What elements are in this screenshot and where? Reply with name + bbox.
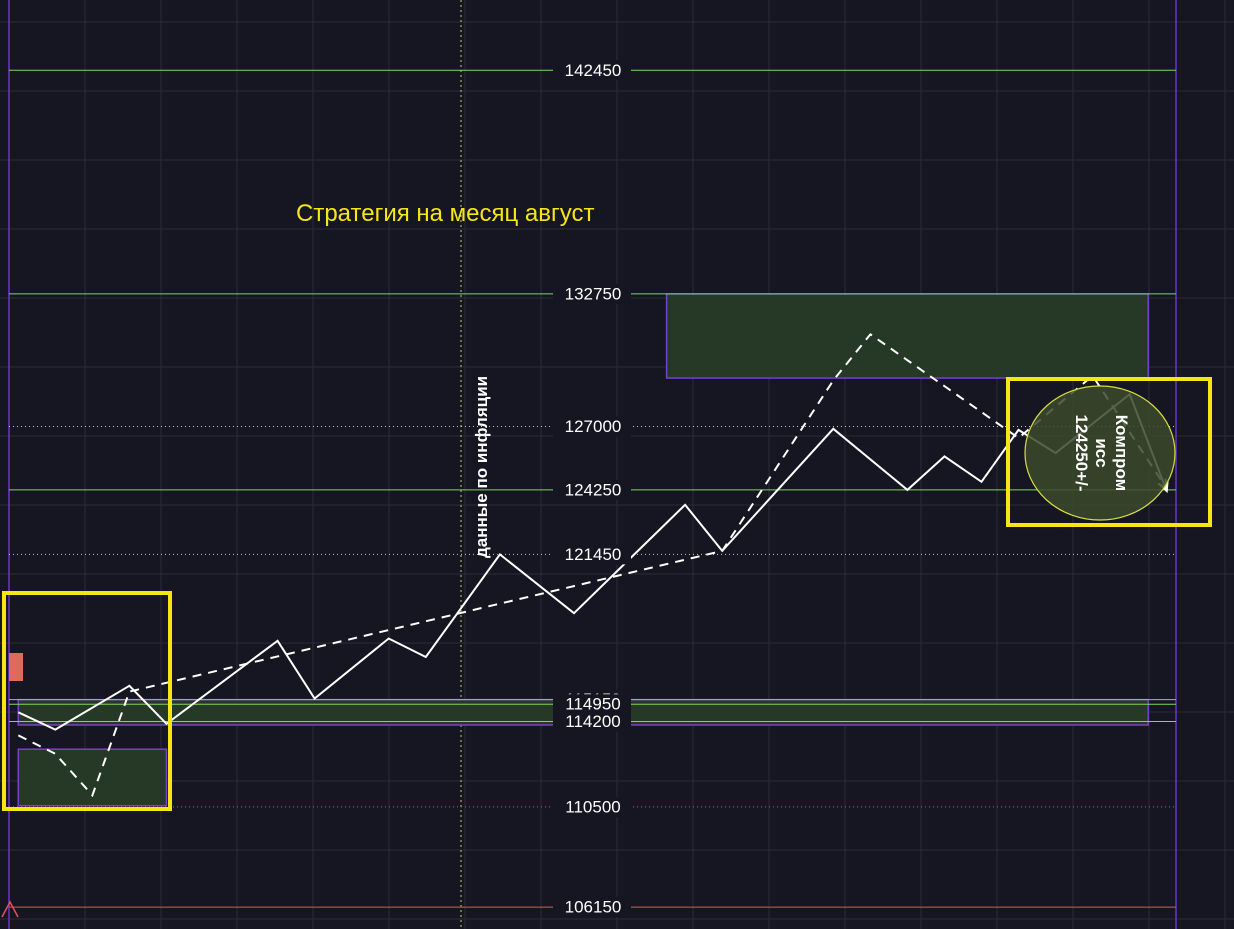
level-label-114200: 114200 bbox=[565, 712, 620, 731]
target-line-2: исс bbox=[1092, 438, 1111, 467]
chart-canvas: 1424501327501270001242501214501151501149… bbox=[0, 0, 1234, 929]
level-label-124250: 124250 bbox=[565, 480, 622, 499]
level-label-132750: 132750 bbox=[565, 284, 622, 303]
lower-left-zone bbox=[17, 748, 168, 807]
entry-marker bbox=[9, 653, 23, 681]
chart-title: Стратегия на месяц август bbox=[296, 200, 595, 227]
target-line-1: Компром bbox=[1112, 415, 1131, 492]
level-label-114950: 114950 bbox=[565, 695, 620, 714]
level-label-106150: 106150 bbox=[565, 898, 622, 917]
level-label-127000: 127000 bbox=[565, 417, 622, 436]
upper-supply-zone bbox=[665, 293, 1149, 379]
target-line-3: 124250+/- bbox=[1072, 414, 1091, 491]
level-label-110500: 110500 bbox=[565, 797, 620, 816]
level-label-142450: 142450 bbox=[565, 61, 622, 80]
inflation-annotation: данные по инфляции bbox=[472, 376, 491, 558]
level-label-121450: 121450 bbox=[565, 545, 622, 564]
